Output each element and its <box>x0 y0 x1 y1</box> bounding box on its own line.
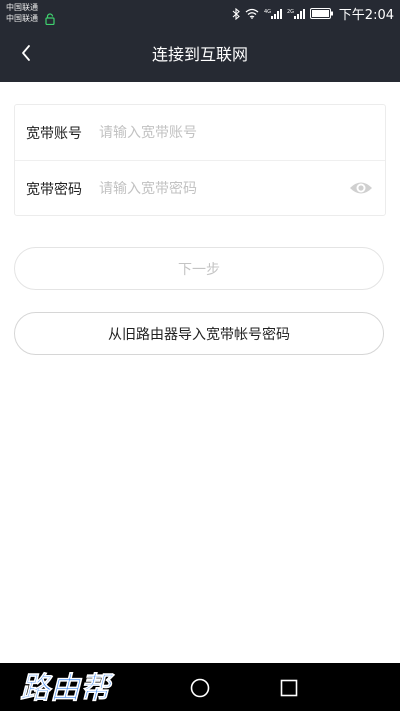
svg-text:2G: 2G <box>287 9 294 15</box>
import-from-old-router-button[interactable]: 从旧路由器导入宽带帐号密码 <box>14 312 384 355</box>
account-label: 宽带账号 <box>26 125 82 142</box>
status-icons: 4G 2G 下午2:04 <box>232 0 394 27</box>
show-password-toggle[interactable] <box>349 179 373 197</box>
page-title: 连接到互联网 <box>151 45 248 64</box>
account-input[interactable] <box>99 124 329 141</box>
carrier-2: 中国联通 <box>6 14 38 23</box>
home-circle-icon[interactable] <box>190 678 210 698</box>
screen: 中国联通 中国联通 4G 2G 下午2:04 连接到互联网 宽带账号 请输入宽带… <box>0 0 400 711</box>
account-row: 宽带账号 <box>15 105 385 160</box>
eye-icon <box>350 182 372 194</box>
wifi-icon <box>245 8 259 19</box>
signal-2g-icon: 2G <box>287 8 305 20</box>
next-step-button[interactable]: 下一步 <box>14 247 384 290</box>
status-bar: 中国联通 中国联通 4G 2G 下午2:04 <box>0 0 400 27</box>
watermark-logo: 路由帮 <box>20 671 115 707</box>
broadband-form: 宽带账号 宽带密码 <box>14 104 386 216</box>
recents-square-icon[interactable] <box>280 679 298 697</box>
battery-icon <box>309 8 334 19</box>
status-time: 下午2:04 <box>338 8 394 23</box>
bluetooth-icon <box>232 7 240 20</box>
carrier-1: 中国联通 <box>6 3 38 12</box>
chevron-left-icon <box>20 44 32 66</box>
password-label: 宽带密码 <box>26 181 82 198</box>
password-row: 宽带密码 <box>15 160 385 216</box>
svg-text:路由帮: 路由帮 <box>20 671 115 706</box>
carrier-info: 中国联通 中国联通 <box>6 2 76 26</box>
svg-text:4G: 4G <box>264 9 271 15</box>
signal-4g-icon: 4G <box>264 8 282 20</box>
back-button[interactable] <box>10 39 42 71</box>
title-bar: 连接到互联网 <box>0 27 400 82</box>
password-input[interactable] <box>99 180 329 197</box>
